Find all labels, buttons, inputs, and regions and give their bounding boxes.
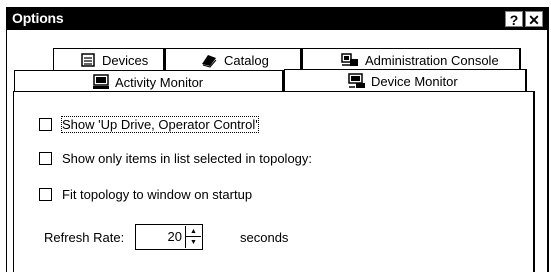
- spin-up-icon[interactable]: ▲: [186, 226, 201, 237]
- show-only-selected-checkbox[interactable]: [39, 151, 52, 165]
- tab-activity-monitor[interactable]: Activity Monitor: [14, 70, 284, 92]
- help-button[interactable]: ?: [505, 11, 523, 28]
- tab-activity-monitor-label: Activity Monitor: [115, 75, 204, 90]
- option-show-up-drive[interactable]: Show 'Up Drive, Operator Control': [39, 115, 259, 133]
- title-bar: Options ? ✕: [7, 8, 547, 30]
- show-up-drive-checkbox[interactable]: [39, 117, 52, 131]
- devices-icon: [81, 53, 95, 67]
- spinner-buttons: ▲ ▼: [185, 226, 201, 248]
- tab-catalog-label: Catalog: [224, 53, 269, 68]
- fit-topology-checkbox[interactable]: [39, 187, 52, 201]
- close-button[interactable]: ✕: [525, 11, 543, 28]
- tab-device-monitor-label: Device Monitor: [371, 74, 458, 89]
- tab-administration-console-label: Administration Console: [365, 53, 499, 68]
- fit-topology-label: Fit topology to window on startup: [62, 186, 253, 202]
- refresh-rate-units: seconds: [240, 230, 289, 245]
- activity-monitor-icon: [93, 74, 109, 89]
- show-only-selected-label: Show only items in list selected in topo…: [62, 150, 313, 166]
- spin-down-icon[interactable]: ▼: [186, 237, 201, 248]
- refresh-rate-spinner[interactable]: 20 ▲ ▼: [135, 224, 203, 250]
- refresh-rate-label: Refresh Rate:: [44, 230, 125, 245]
- refresh-rate-value[interactable]: 20: [168, 229, 182, 244]
- tab-catalog[interactable]: Catalog: [165, 48, 302, 70]
- option-show-only-selected[interactable]: Show only items in list selected in topo…: [39, 149, 312, 167]
- catalog-icon: [202, 55, 217, 68]
- device-monitor-panel: Show 'Up Drive, Operator Control' Show o…: [13, 91, 535, 272]
- device-monitor-icon: [348, 73, 365, 88]
- window-title: Options: [12, 10, 64, 26]
- tab-devices-label: Devices: [102, 53, 149, 68]
- tab-device-monitor[interactable]: Device Monitor: [284, 69, 527, 93]
- tab-devices[interactable]: Devices: [53, 48, 165, 70]
- administration-console-icon: [341, 53, 358, 66]
- option-fit-topology[interactable]: Fit topology to window on startup: [39, 185, 252, 203]
- show-up-drive-label: Show 'Up Drive, Operator Control': [61, 115, 259, 133]
- tab-administration-console[interactable]: Administration Console: [302, 48, 521, 70]
